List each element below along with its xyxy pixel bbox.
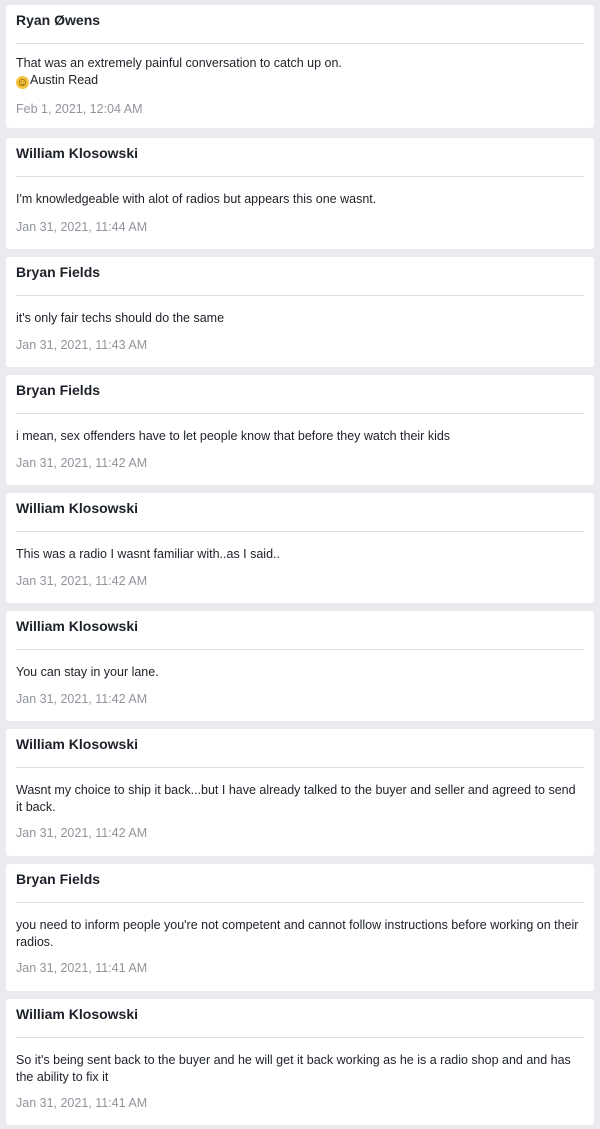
- divider: [16, 902, 584, 903]
- comment-timestamp[interactable]: Jan 31, 2021, 11:42 AM: [16, 826, 147, 840]
- comment-text: i mean, sex offenders have to let people…: [16, 429, 451, 443]
- comment-feed: Ryan Øwens That was an extremely painful…: [0, 0, 600, 1129]
- divider: [16, 1037, 584, 1038]
- divider: [16, 43, 584, 44]
- comment-timestamp[interactable]: Jan 31, 2021, 11:42 AM: [16, 574, 147, 588]
- comment-text-block: That was an extremely painful conversati…: [16, 55, 584, 89]
- comment-author[interactable]: Bryan Fields: [16, 264, 100, 280]
- comment-text: This was a radio I wasnt familiar with..…: [16, 547, 280, 561]
- comment-timestamp[interactable]: Jan 31, 2021, 11:41 AM: [16, 1096, 147, 1110]
- comment-timestamp[interactable]: Jan 31, 2021, 11:44 AM: [16, 220, 147, 234]
- comment-card: Bryan Fields it's only fair techs should…: [6, 257, 594, 367]
- divider: [16, 649, 584, 650]
- comment-timestamp[interactable]: Feb 1, 2021, 12:04 AM: [16, 102, 142, 116]
- comment-text: That was an extremely painful conversati…: [16, 56, 342, 70]
- comment-text: I'm knowledgeable with alot of radios bu…: [16, 192, 377, 206]
- comment-card: William Klosowski So it's being sent bac…: [6, 999, 594, 1125]
- comment-author[interactable]: William Klosowski: [16, 145, 138, 161]
- divider: [16, 295, 584, 296]
- comment-timestamp[interactable]: Jan 31, 2021, 11:43 AM: [16, 338, 147, 352]
- grinning-face-emoji-icon: ☺: [16, 75, 29, 89]
- divider: [16, 176, 584, 177]
- comment-text: you need to inform people you're not com…: [16, 918, 579, 949]
- comment-author[interactable]: Bryan Fields: [16, 382, 100, 398]
- comment-card: Bryan Fields you need to inform people y…: [6, 864, 594, 991]
- comment-author[interactable]: William Klosowski: [16, 736, 138, 752]
- comment-timestamp[interactable]: Jan 31, 2021, 11:41 AM: [16, 961, 147, 975]
- comment-card: William Klosowski This was a radio I was…: [6, 493, 594, 603]
- comment-card: William Klosowski You can stay in your l…: [6, 611, 594, 721]
- comment-card: William Klosowski Wasnt my choice to shi…: [6, 729, 594, 856]
- divider: [16, 413, 584, 414]
- comment-card: Bryan Fields i mean, sex offenders have …: [6, 375, 594, 485]
- divider: [16, 767, 584, 768]
- comment-author[interactable]: Ryan Øwens: [16, 12, 100, 28]
- comment-text: So it's being sent back to the buyer and…: [16, 1053, 571, 1084]
- comment-author[interactable]: William Klosowski: [16, 1006, 138, 1022]
- divider: [16, 531, 584, 532]
- comment-card: Ryan Øwens That was an extremely painful…: [6, 5, 594, 128]
- comment-author[interactable]: William Klosowski: [16, 618, 138, 634]
- comment-timestamp[interactable]: Jan 31, 2021, 11:42 AM: [16, 456, 147, 470]
- comment-timestamp[interactable]: Jan 31, 2021, 11:42 AM: [16, 692, 147, 706]
- comment-text: You can stay in your lane.: [16, 665, 159, 679]
- comment-text: Wasnt my choice to ship it back...but I …: [16, 783, 576, 814]
- comment-text: it's only fair techs should do the same: [16, 311, 225, 325]
- comment-card: William Klosowski I'm knowledgeable with…: [6, 138, 594, 249]
- mention[interactable]: ☺Austin Read: [16, 72, 584, 89]
- mention-name[interactable]: Austin Read: [30, 73, 98, 87]
- comment-author[interactable]: William Klosowski: [16, 500, 138, 516]
- comment-author[interactable]: Bryan Fields: [16, 871, 100, 887]
